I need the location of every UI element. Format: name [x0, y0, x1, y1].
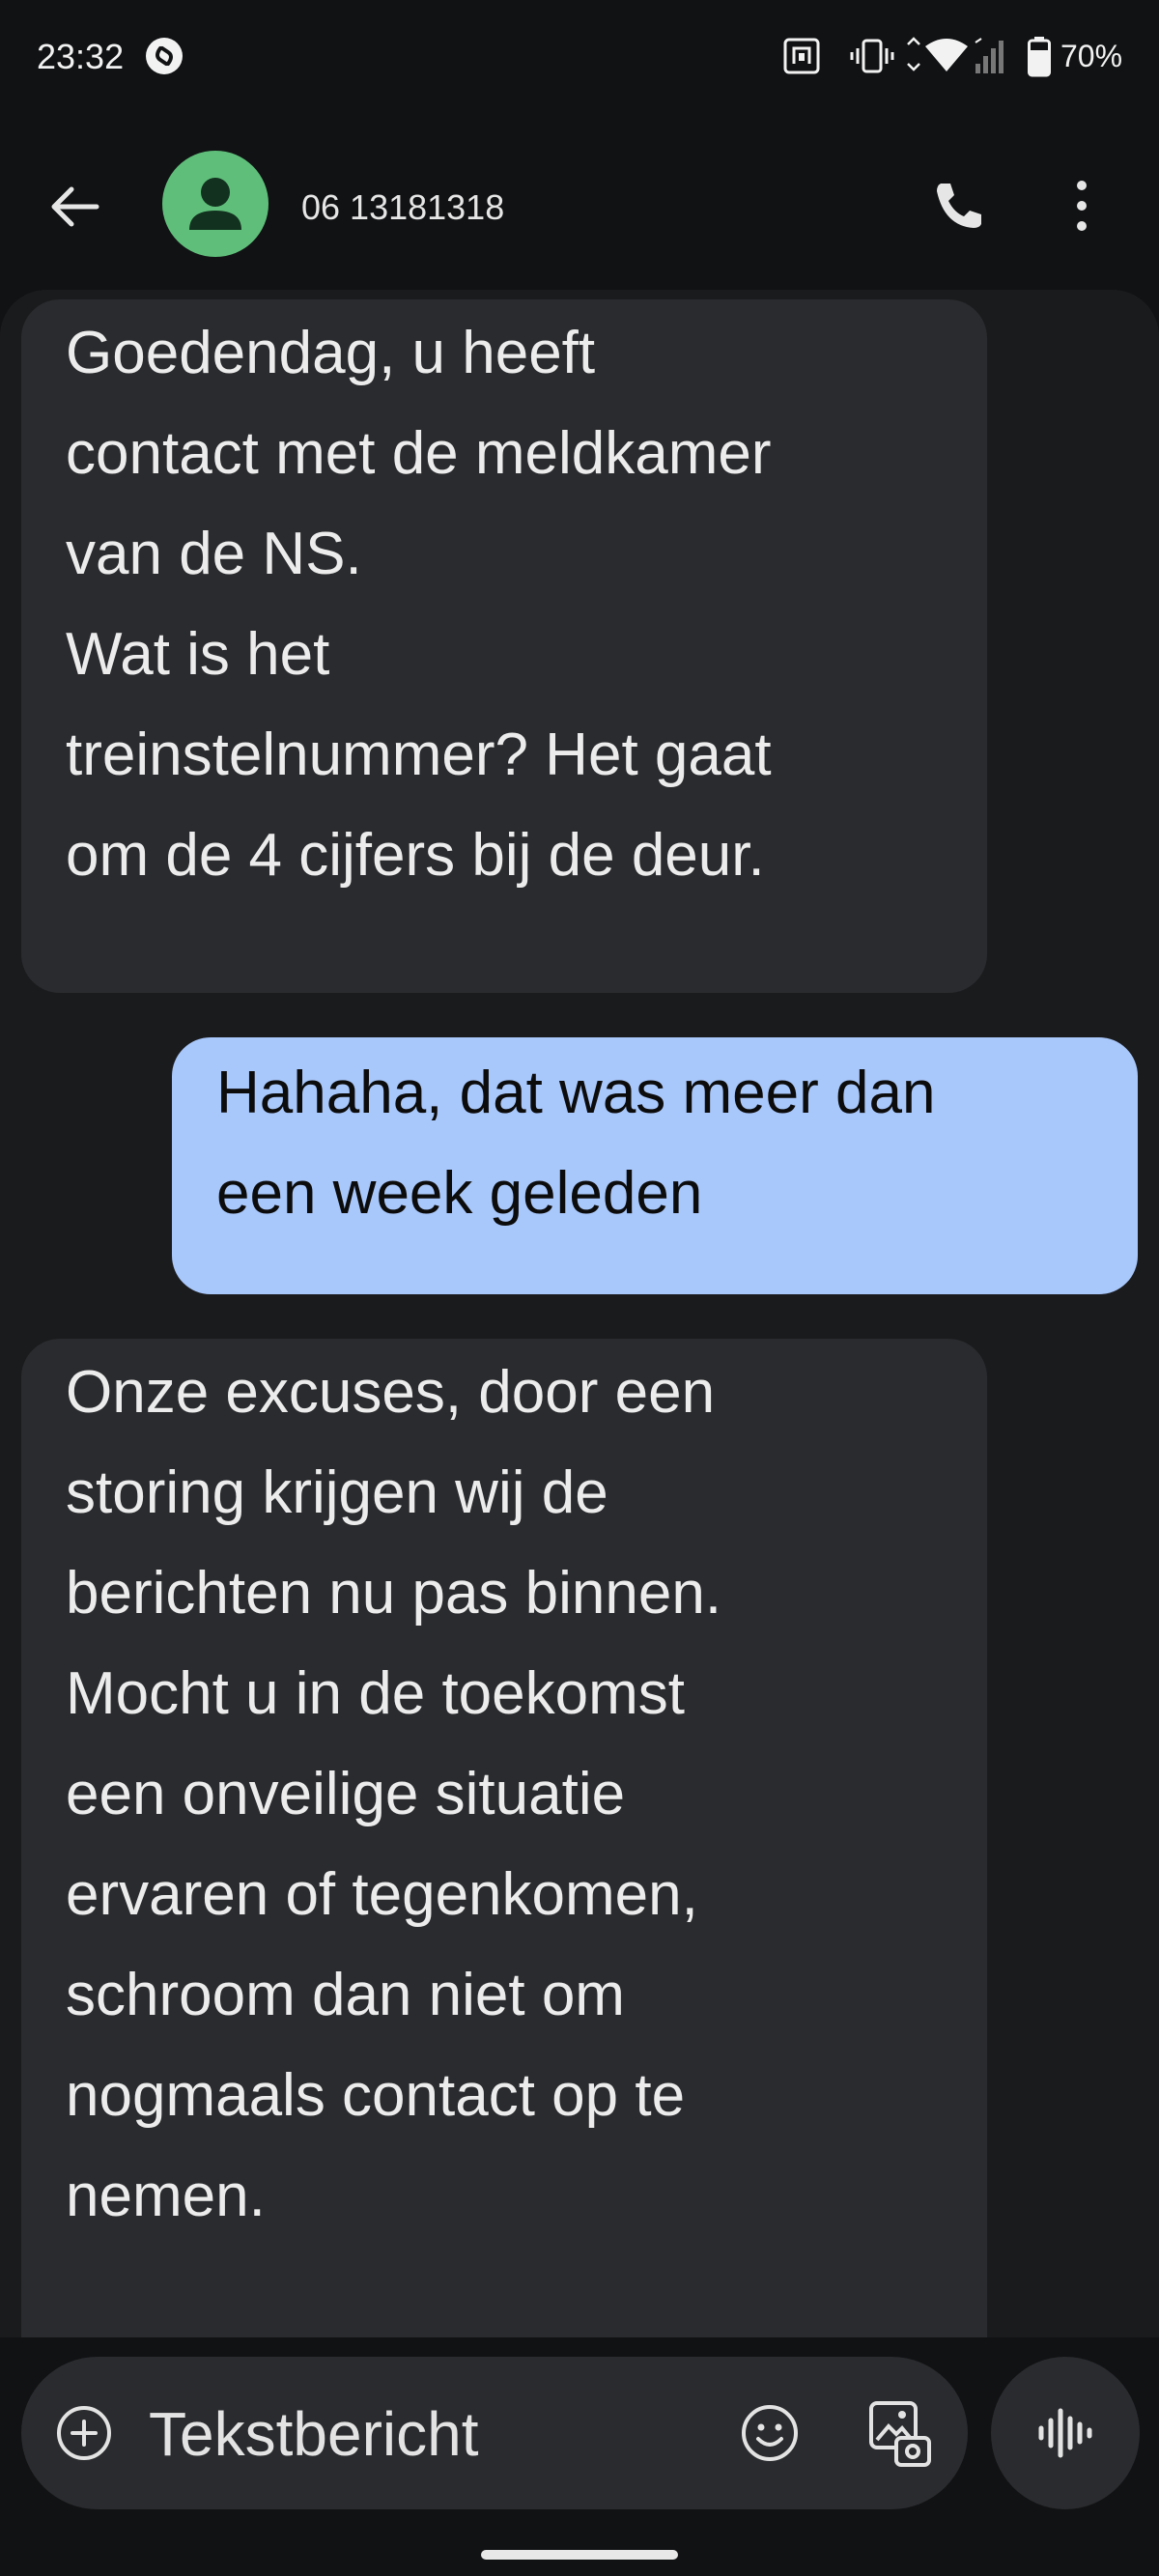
- more-options-button[interactable]: [1053, 172, 1111, 240]
- phone-icon: [937, 184, 981, 228]
- message-bubble-outgoing[interactable]: Hahaha, dat was meer dan een week gelede…: [172, 1037, 1138, 1294]
- message-input[interactable]: [147, 2392, 730, 2477]
- conversation-area: Goedendag, u heeft contact met de meldka…: [0, 290, 1159, 2337]
- person-icon: [189, 178, 241, 230]
- voice-message-button[interactable]: [991, 2357, 1140, 2509]
- status-bar: 23:32 70%: [0, 0, 1159, 116]
- nfc-icon: [782, 37, 821, 75]
- add-circle-icon: [57, 2406, 111, 2460]
- battery-icon: [1028, 37, 1051, 77]
- battery-percentage: 70%: [1060, 39, 1123, 73]
- avatar[interactable]: [162, 151, 269, 257]
- media-gallery-icon: [869, 2401, 931, 2467]
- media-button[interactable]: [867, 2399, 933, 2469]
- message-bubble-incoming[interactable]: Onze excuses, door een storing krijgen w…: [21, 1339, 987, 2337]
- emoji-button[interactable]: [740, 2403, 800, 2463]
- app-bar: 06 13181318: [0, 126, 1159, 290]
- back-arrow-icon: [51, 186, 99, 227]
- back-button[interactable]: [44, 176, 106, 238]
- compose-bar: [21, 2357, 968, 2509]
- contact-name[interactable]: 06 13181318: [301, 187, 504, 228]
- home-indicator[interactable]: [481, 2550, 678, 2560]
- signal-icon: [974, 37, 1012, 75]
- voice-wave-icon: [1038, 2408, 1092, 2458]
- vibrate-icon: [850, 39, 894, 73]
- wifi-icon: [904, 37, 972, 75]
- shazam-icon: [145, 37, 184, 75]
- message-bubble-incoming[interactable]: Goedendag, u heeft contact met de meldka…: [21, 299, 987, 993]
- status-time: 23:32: [37, 37, 125, 76]
- emoji-icon: [742, 2405, 798, 2461]
- call-button[interactable]: [925, 172, 993, 240]
- more-vert-icon: [1077, 181, 1087, 231]
- add-attachment-button[interactable]: [56, 2405, 112, 2461]
